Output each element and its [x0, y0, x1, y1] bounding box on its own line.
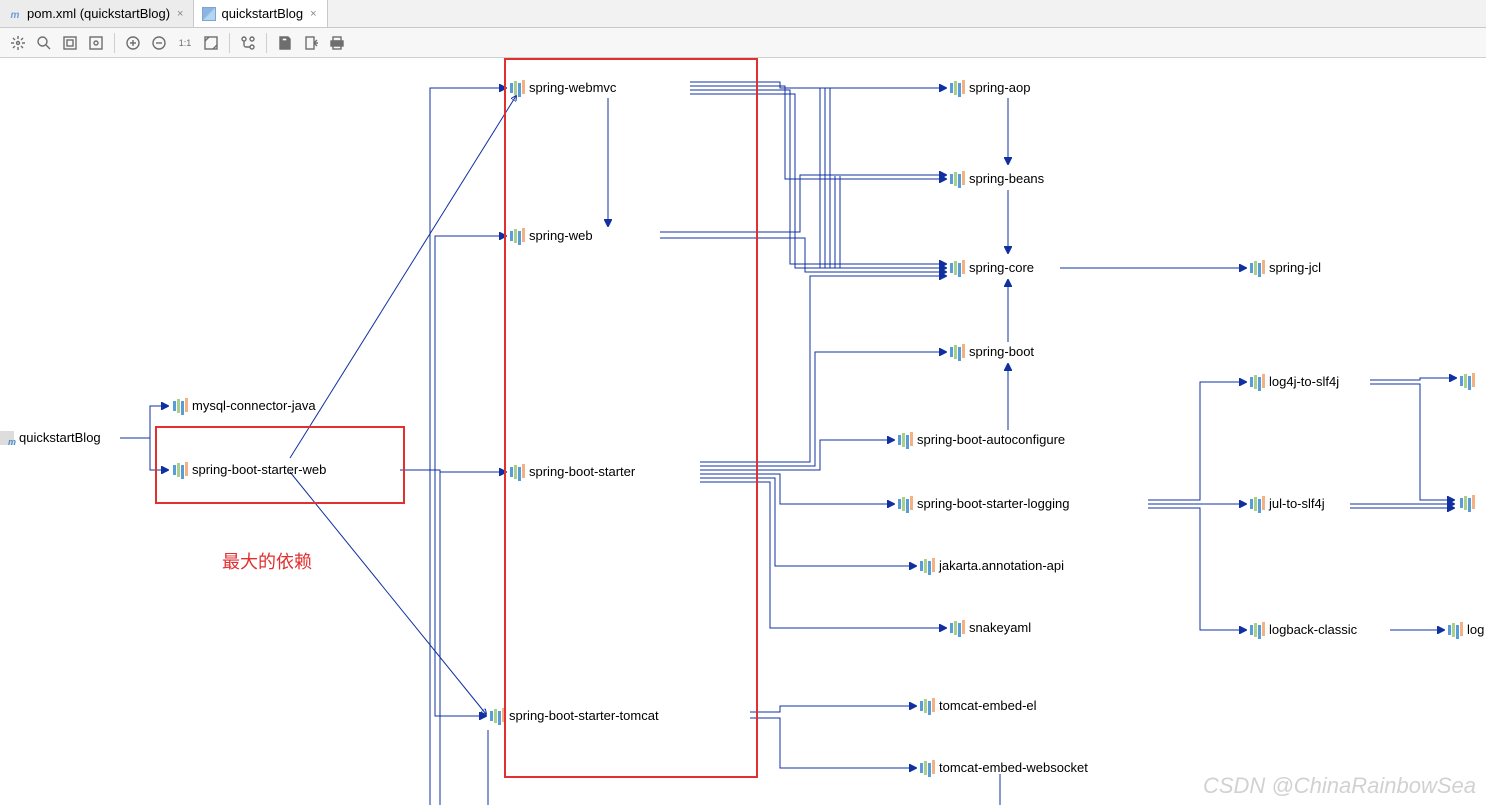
library-icon [510, 229, 524, 243]
node-label: spring-boot-starter-logging [917, 496, 1069, 511]
node-label: spring-core [969, 260, 1034, 275]
library-icon [1250, 261, 1264, 275]
node-logback-classic[interactable]: logback-classic [1250, 622, 1357, 637]
node-spring-boot-starter-web[interactable]: spring-boot-starter-web [173, 462, 326, 477]
library-icon [898, 497, 912, 511]
library-icon [1250, 497, 1264, 511]
tab-label: pom.xml (quickstartBlog) [27, 6, 170, 21]
node-spring-boot-starter[interactable]: spring-boot-starter [510, 464, 635, 479]
library-icon [950, 172, 964, 186]
node-spring-jcl[interactable]: spring-jcl [1250, 260, 1321, 275]
node-label: spring-boot-autoconfigure [917, 432, 1065, 447]
node-spring-boot-autoconfigure[interactable]: spring-boot-autoconfigure [898, 432, 1065, 447]
library-icon [1250, 375, 1264, 389]
node-label: spring-boot-starter-web [192, 462, 326, 477]
node-log4j-to-slf4j[interactable]: log4j-to-slf4j [1250, 374, 1339, 389]
node-label: spring-beans [969, 171, 1044, 186]
export-icon[interactable] [299, 31, 323, 55]
fit-selection-icon[interactable] [84, 31, 108, 55]
library-icon [510, 81, 524, 95]
route-icon[interactable] [236, 31, 260, 55]
node-label: log [1467, 622, 1484, 637]
node-spring-boot-starter-logging[interactable]: spring-boot-starter-logging [898, 496, 1069, 511]
node-cut-3[interactable]: log [1448, 622, 1484, 637]
node-label: spring-webmvc [529, 80, 616, 95]
node-label: mysql-connector-java [192, 398, 316, 413]
library-icon [950, 261, 964, 275]
node-root[interactable]: quickstartBlog [0, 430, 101, 445]
watermark: CSDN @ChinaRainbowSea [1203, 773, 1476, 799]
node-label: spring-web [529, 228, 593, 243]
library-icon [950, 621, 964, 635]
node-tomcat-embed-el[interactable]: tomcat-embed-el [920, 698, 1037, 713]
node-label: spring-boot-starter-tomcat [509, 708, 659, 723]
library-icon [510, 465, 524, 479]
node-cut-1[interactable] [1460, 374, 1479, 388]
tab-bar: m pom.xml (quickstartBlog) × quickstartB… [0, 0, 1486, 28]
tab-label: quickstartBlog [221, 6, 303, 21]
node-spring-aop[interactable]: spring-aop [950, 80, 1030, 95]
node-spring-boot-starter-tomcat[interactable]: spring-boot-starter-tomcat [490, 708, 659, 723]
maven-icon: m [8, 7, 22, 21]
dependency-diagram[interactable]: quickstartBlog mysql-connector-java spri… [0, 58, 1486, 805]
diagram-icon [202, 7, 216, 21]
node-spring-core[interactable]: spring-core [950, 260, 1034, 275]
library-icon [1448, 623, 1462, 637]
edges-layer [0, 58, 1486, 805]
save-icon[interactable] [273, 31, 297, 55]
tab-diagram[interactable]: quickstartBlog × [194, 0, 327, 27]
node-jakarta-annotation[interactable]: jakarta.annotation-api [920, 558, 1064, 573]
node-spring-boot[interactable]: spring-boot [950, 344, 1034, 359]
node-label: quickstartBlog [19, 430, 101, 445]
node-label: tomcat-embed-el [939, 698, 1037, 713]
library-icon [173, 463, 187, 477]
node-tomcat-embed-websocket[interactable]: tomcat-embed-websocket [920, 760, 1088, 775]
highlight-box-column [504, 58, 758, 778]
library-icon [920, 761, 934, 775]
close-icon[interactable]: × [308, 8, 318, 20]
node-cut-2[interactable] [1460, 496, 1479, 510]
actual-size-icon[interactable]: 1:1 [173, 31, 197, 55]
node-label: jul-to-slf4j [1269, 496, 1325, 511]
node-label: spring-boot-starter [529, 464, 635, 479]
library-icon [1250, 623, 1264, 637]
fit-content-icon[interactable] [58, 31, 82, 55]
node-label: spring-jcl [1269, 260, 1321, 275]
node-label: spring-boot [969, 344, 1034, 359]
library-icon [950, 81, 964, 95]
annotation-text: 最大的依赖 [222, 548, 312, 574]
node-label: logback-classic [1269, 622, 1357, 637]
node-spring-beans[interactable]: spring-beans [950, 171, 1044, 186]
node-mysql-connector[interactable]: mysql-connector-java [173, 398, 316, 413]
zoom-out-icon[interactable] [147, 31, 171, 55]
library-icon [490, 709, 504, 723]
print-icon[interactable] [325, 31, 349, 55]
library-icon [950, 345, 964, 359]
node-label: log4j-to-slf4j [1269, 374, 1339, 389]
select-tool-icon[interactable] [6, 31, 30, 55]
node-label: snakeyaml [969, 620, 1031, 635]
node-spring-webmvc[interactable]: spring-webmvc [510, 80, 616, 95]
library-icon [920, 559, 934, 573]
node-jul-to-slf4j[interactable]: jul-to-slf4j [1250, 496, 1325, 511]
zoom-icon[interactable] [32, 31, 56, 55]
close-icon[interactable]: × [175, 8, 185, 20]
node-spring-web[interactable]: spring-web [510, 228, 593, 243]
zoom-in-icon[interactable] [121, 31, 145, 55]
library-icon [1460, 496, 1474, 510]
module-icon [0, 431, 14, 445]
toolbar: 1:1 [0, 28, 1486, 58]
tab-pom[interactable]: m pom.xml (quickstartBlog) × [0, 0, 194, 27]
library-icon [898, 433, 912, 447]
node-label: spring-aop [969, 80, 1030, 95]
library-icon [1460, 374, 1474, 388]
node-label: jakarta.annotation-api [939, 558, 1064, 573]
node-label: tomcat-embed-websocket [939, 760, 1088, 775]
library-icon [173, 399, 187, 413]
node-snakeyaml[interactable]: snakeyaml [950, 620, 1031, 635]
library-icon [920, 699, 934, 713]
layout-icon[interactable] [199, 31, 223, 55]
